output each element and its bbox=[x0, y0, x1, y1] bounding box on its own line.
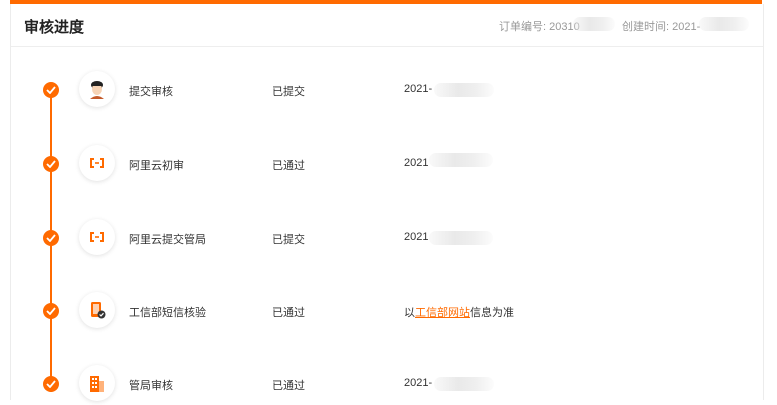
check-icon bbox=[43, 303, 59, 319]
step-row: 阿里云初审 已通过 2021 bbox=[11, 145, 763, 185]
step-time: 2021 bbox=[404, 231, 429, 243]
step-status: 已通过 bbox=[272, 307, 305, 319]
order-number: 订单编号: 20310 bbox=[499, 21, 580, 33]
panel-header: 审核进度 订单编号: 20310 创建时间: 2021- bbox=[11, 4, 763, 47]
step-row: 工信部短信核验 已通过 以工信部网站信息为准 bbox=[11, 292, 763, 332]
created-time: 创建时间: 2021- bbox=[622, 21, 701, 33]
step-time-redaction bbox=[434, 377, 494, 391]
step-status: 已通过 bbox=[272, 160, 305, 172]
aliyun-logo-icon bbox=[79, 219, 115, 255]
person-avatar-icon bbox=[79, 71, 115, 107]
review-progress-panel: 审核进度 订单编号: 20310 创建时间: 2021- 提交审核 已提交 20… bbox=[10, 4, 764, 401]
created-time-redaction bbox=[699, 17, 749, 31]
step-time-redaction bbox=[429, 231, 493, 245]
step-name: 提交审核 bbox=[129, 86, 173, 98]
check-icon bbox=[43, 82, 59, 98]
order-number-redaction bbox=[573, 17, 615, 31]
phone-verify-icon bbox=[79, 292, 115, 328]
step-name: 管局审核 bbox=[129, 380, 173, 392]
step-time: 2021 bbox=[404, 157, 429, 169]
step-row: 提交审核 已提交 2021- bbox=[11, 71, 763, 111]
step-status: 已通过 bbox=[272, 380, 305, 392]
step-status: 已提交 bbox=[272, 86, 305, 98]
step-status: 已提交 bbox=[272, 234, 305, 246]
step-time-redaction bbox=[434, 83, 494, 97]
info-prefix: 以 bbox=[404, 307, 415, 319]
page-title: 审核进度 bbox=[24, 19, 85, 36]
step-time: 2021- bbox=[404, 83, 433, 95]
check-icon bbox=[43, 230, 59, 246]
building-icon bbox=[79, 365, 115, 401]
step-time-redaction bbox=[429, 153, 493, 167]
check-icon bbox=[43, 376, 59, 392]
aliyun-logo-icon bbox=[79, 145, 115, 181]
step-time: 2021- bbox=[404, 377, 433, 389]
step-info: 以工信部网站信息为准 bbox=[404, 304, 514, 320]
info-suffix: 信息为准 bbox=[470, 307, 514, 319]
miit-website-link[interactable]: 工信部网站 bbox=[415, 307, 470, 319]
step-name: 阿里云提交管局 bbox=[129, 234, 206, 246]
step-row: 管局审核 已通过 2021- bbox=[11, 365, 763, 405]
step-name: 阿里云初审 bbox=[129, 160, 184, 172]
step-name: 工信部短信核验 bbox=[129, 307, 206, 319]
check-icon bbox=[43, 156, 59, 172]
step-row: 阿里云提交管局 已提交 2021 bbox=[11, 219, 763, 259]
